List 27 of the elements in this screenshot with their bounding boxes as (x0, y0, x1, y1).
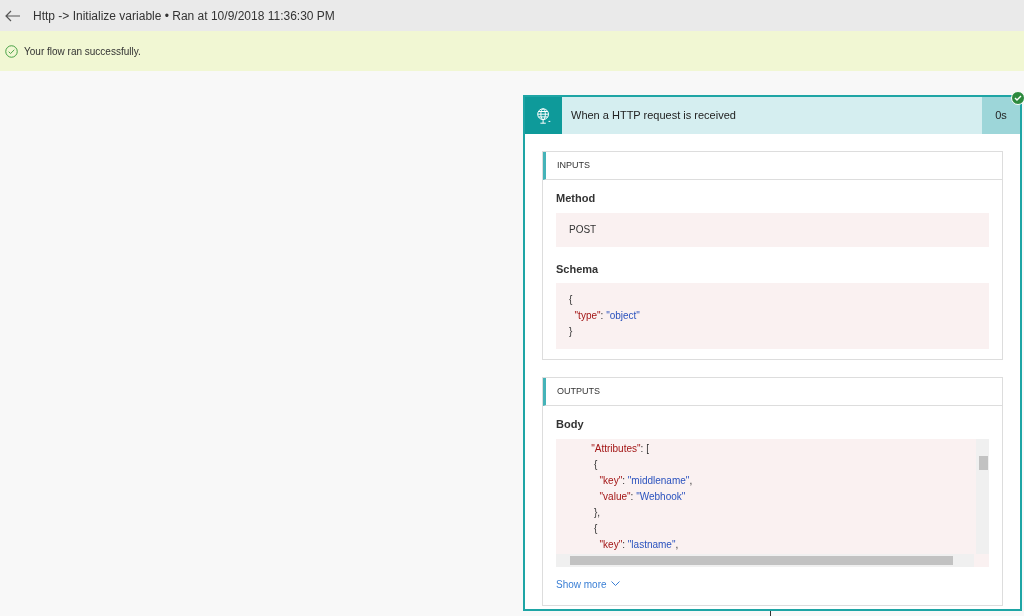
back-arrow-icon[interactable] (5, 9, 21, 22)
code-line: "value": "Webhook" (598, 489, 686, 504)
section-heading: INPUTS (543, 152, 1002, 180)
horizontal-scrollbar[interactable] (556, 553, 974, 567)
chevron-down-icon (610, 581, 620, 587)
code-line: "key": "lastname", (598, 537, 679, 552)
code-line: { (593, 457, 598, 472)
card-header[interactable]: When a HTTP request is received 0s (525, 97, 1020, 134)
banner-message: Your flow ran successfully. (24, 44, 141, 59)
code-line: POST (569, 222, 597, 237)
section-heading: OUTPUTS (543, 378, 1002, 406)
field-label: Method (556, 191, 597, 206)
code-line: } (569, 325, 573, 339)
show-more-link[interactable]: Show more (556, 576, 620, 592)
field-label: Schema (556, 261, 600, 277)
card-title: When a HTTP request is received (570, 108, 737, 124)
check-circle-icon (5, 44, 18, 58)
code-line: { (593, 521, 598, 536)
run-title: Http -> Initialize variable • Ran at 10/9/2018 11:36:30 PM (33, 7, 335, 25)
code-line: "type": "object" (573, 309, 640, 323)
code-line: "Attributes": [ (590, 441, 649, 456)
vertical-scrollbar[interactable] (976, 438, 989, 554)
code-line: }, (593, 505, 601, 520)
duration: 0s (982, 97, 1020, 134)
code-line: "key": "middlename", (598, 473, 693, 488)
field-label: Body (556, 417, 585, 432)
code-line: { (569, 293, 573, 307)
